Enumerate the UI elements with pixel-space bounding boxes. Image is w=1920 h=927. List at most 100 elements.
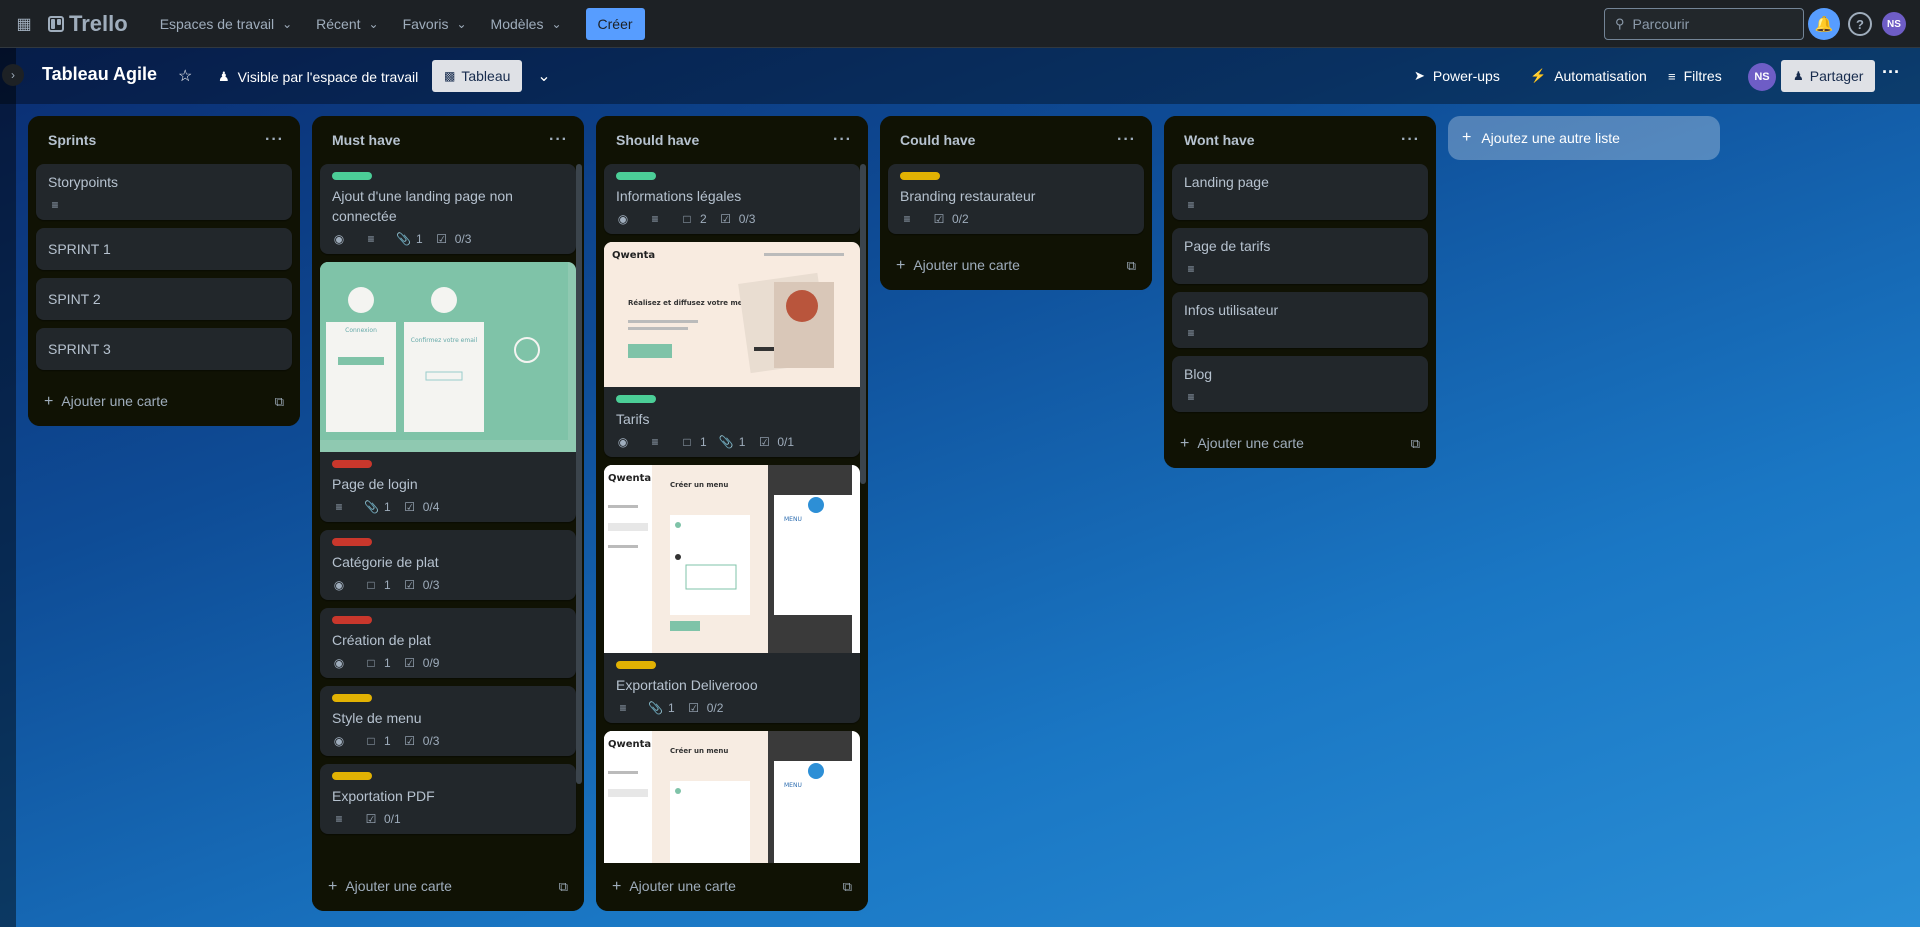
mock-menu-title: Créer un menu [670, 481, 728, 489]
card[interactable]: Catégorie de plat ◉ □ 1 ☑ 0/3 [320, 530, 576, 600]
search-input[interactable]: ⚲ Parcourir [1604, 8, 1804, 40]
notifications-icon[interactable]: 🔔 [1808, 8, 1840, 40]
template-icon[interactable]: ⧉ [1127, 258, 1136, 274]
list-menu-icon[interactable]: ··· [833, 131, 852, 149]
label-red [332, 460, 372, 468]
card[interactable]: Exportation PDF ≡ ☑ 0/1 [320, 764, 576, 834]
template-icon[interactable]: ⧉ [1411, 436, 1420, 452]
card[interactable]: Création de plat ◉ □ 1 ☑ 0/9 [320, 608, 576, 678]
list-menu-icon[interactable]: ··· [265, 131, 284, 149]
mock-brand: Qwenta [608, 473, 651, 484]
chevron-down-icon: ⌄ [456, 16, 467, 31]
help-icon[interactable]: ? [1848, 12, 1872, 36]
label-green [616, 172, 656, 180]
card[interactable]: Page de tarifs ≡ [1172, 228, 1428, 284]
description-icon: ≡ [335, 812, 343, 826]
visibility-button[interactable]: ♟ Visible par l'espace de travail [218, 62, 418, 92]
card[interactable]: Qwenta Réalisez et diffusez votre menu p… [604, 242, 860, 457]
menu-label: Récent [316, 15, 361, 32]
checklist-icon: ☑ [688, 701, 700, 715]
card[interactable]: Ajout d'une landing page non connectée ◉… [320, 164, 576, 254]
card[interactable]: Connexion Confirmez votre email Page de … [320, 262, 576, 522]
list-should-have: Should have ··· Informations légales ◉ ≡… [596, 116, 868, 911]
add-card-button[interactable]: + Ajouter une carte ⧉ [312, 863, 584, 911]
list-menu-icon[interactable]: ··· [1117, 131, 1136, 149]
add-card-label: Ajouter une carte [61, 393, 168, 409]
checklist-count: 0/3 [454, 232, 472, 246]
card-title: SPRINT 1 [48, 241, 111, 257]
label-yellow [332, 694, 372, 702]
card[interactable]: SPRINT 3 [36, 328, 292, 370]
template-icon[interactable]: ⧉ [275, 394, 284, 410]
card[interactable]: Informations légales ◉ ≡ □ 2 ☑ 0/3 [604, 164, 860, 234]
template-icon[interactable]: ⧉ [559, 879, 568, 895]
list-title[interactable]: Should have [616, 132, 699, 148]
card[interactable]: Branding restaurateur ≡ ☑ 0/2 [888, 164, 1144, 234]
card-title: Branding restaurateur [900, 188, 1036, 204]
share-button[interactable]: ♟ Partager [1781, 60, 1876, 92]
menu-templates[interactable]: Modèles ⌄ [479, 8, 574, 40]
card[interactable]: Infos utilisateur ≡ [1172, 292, 1428, 348]
description-icon: ≡ [1187, 326, 1195, 340]
filters-button[interactable]: ≡ Filtres [1668, 60, 1722, 92]
list-menu-icon[interactable]: ··· [549, 131, 568, 149]
card-title: SPRINT 3 [48, 341, 111, 357]
menu-recent[interactable]: Récent ⌄ [304, 8, 390, 40]
board-title[interactable]: Tableau Agile [42, 64, 157, 85]
create-button[interactable]: Créer [585, 7, 645, 40]
more-icon[interactable]: ··· [1882, 62, 1900, 83]
card[interactable]: Landing page ≡ [1172, 164, 1428, 220]
add-list-button[interactable]: + Ajoutez une autre liste [1448, 116, 1720, 160]
filter-icon: ≡ [1668, 68, 1676, 84]
automation-button[interactable]: ⚡ Automatisation [1530, 60, 1647, 92]
trello-logo-icon [48, 15, 64, 32]
add-card-button[interactable]: + Ajouter une carte ⧉ [596, 863, 868, 911]
list-menu-icon[interactable]: ··· [1401, 131, 1420, 149]
list-title[interactable]: Sprints [48, 132, 96, 148]
chevron-right-icon[interactable]: › [2, 64, 24, 86]
eye-icon: ◉ [333, 734, 345, 748]
add-card-button[interactable]: + Ajouter une carte ⧉ [28, 378, 300, 426]
label-yellow [900, 172, 940, 180]
card-title: Exportation Deliverooo [616, 677, 758, 693]
powerups-label: Power-ups [1432, 68, 1500, 84]
menu-workspaces[interactable]: Espaces de travail ⌄ [148, 8, 304, 40]
chevron-down-icon: ⌄ [368, 16, 379, 31]
card[interactable]: Qwenta Créer un menu MENU [604, 731, 860, 863]
visibility-label: Visible par l'espace de travail [237, 69, 419, 85]
card-title: Tarifs [616, 411, 650, 427]
login-mockup-image: Connexion Confirmez votre email [320, 262, 568, 440]
trello-logo[interactable]: Trello [48, 11, 128, 37]
member-avatar[interactable]: NS [1748, 63, 1776, 91]
avatar[interactable]: NS [1882, 12, 1906, 36]
share-label: Partager [1809, 68, 1864, 84]
template-icon[interactable]: ⧉ [843, 879, 852, 895]
chevron-down-icon[interactable]: ⌄ [530, 62, 558, 90]
list-scrollbar[interactable] [576, 164, 582, 784]
list-title[interactable]: Wont have [1184, 132, 1255, 148]
menu-starred[interactable]: Favoris ⌄ [391, 8, 479, 40]
comment-icon: □ [367, 734, 375, 748]
list-title[interactable]: Could have [900, 132, 975, 148]
lightning-icon: ⚡ [1530, 68, 1547, 83]
card-title: Ajout d'une landing page non connectée [332, 188, 513, 224]
card[interactable]: Storypoints ≡ [36, 164, 292, 220]
plus-icon: + [328, 878, 338, 895]
app-switcher-icon[interactable]: ▦ [12, 12, 36, 36]
star-icon[interactable]: ☆ [178, 66, 192, 86]
card[interactable]: SPRINT 1 [36, 228, 292, 270]
description-icon: ≡ [367, 232, 375, 246]
card[interactable]: Blog ≡ [1172, 356, 1428, 412]
add-card-button[interactable]: + Ajouter une carte ⧉ [1164, 420, 1436, 468]
mock-brand: Qwenta [608, 739, 651, 750]
eye-icon: ◉ [333, 578, 345, 592]
list-scrollbar[interactable] [860, 164, 866, 484]
board-view-button[interactable]: ▩ Tableau [432, 60, 523, 92]
comment-count: 1 [384, 656, 391, 670]
card[interactable]: SPINT 2 [36, 278, 292, 320]
add-card-button[interactable]: + Ajouter une carte ⧉ [880, 242, 1152, 290]
card[interactable]: Style de menu ◉ □ 1 ☑ 0/3 [320, 686, 576, 756]
card[interactable]: Qwenta Créer un menu MENU [604, 465, 860, 723]
list-title[interactable]: Must have [332, 132, 400, 148]
powerups-button[interactable]: ➤ Power-ups [1414, 60, 1500, 92]
